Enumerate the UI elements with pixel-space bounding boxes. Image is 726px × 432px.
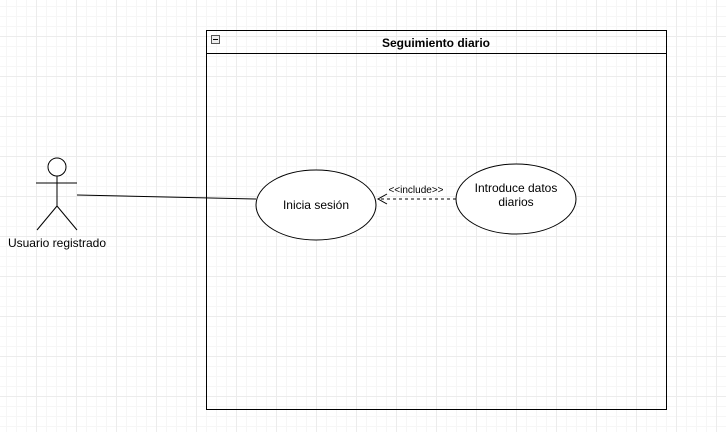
diagram-canvas: Seguimiento diario Usuario registrado In… bbox=[8, 30, 667, 410]
actor-usuario-registrado[interactable]: Usuario registrado bbox=[8, 157, 106, 250]
use-case-label: diarios bbox=[498, 195, 533, 209]
use-case-label: Inicia sesión bbox=[283, 198, 349, 212]
system-title: Seguimiento diario bbox=[382, 36, 490, 50]
use-case-introduce-datos[interactable]: Introduce datos diarios bbox=[455, 163, 577, 235]
use-case-inicia-sesion[interactable]: Inicia sesión bbox=[255, 169, 377, 241]
collapse-icon[interactable] bbox=[211, 35, 220, 44]
actor-label: Usuario registrado bbox=[8, 236, 106, 250]
association-line[interactable] bbox=[76, 194, 257, 200]
use-case-label: Introduce datos bbox=[475, 181, 558, 195]
include-label: <<include>> bbox=[388, 185, 443, 196]
include-relationship[interactable]: <<include>> bbox=[376, 185, 456, 205]
